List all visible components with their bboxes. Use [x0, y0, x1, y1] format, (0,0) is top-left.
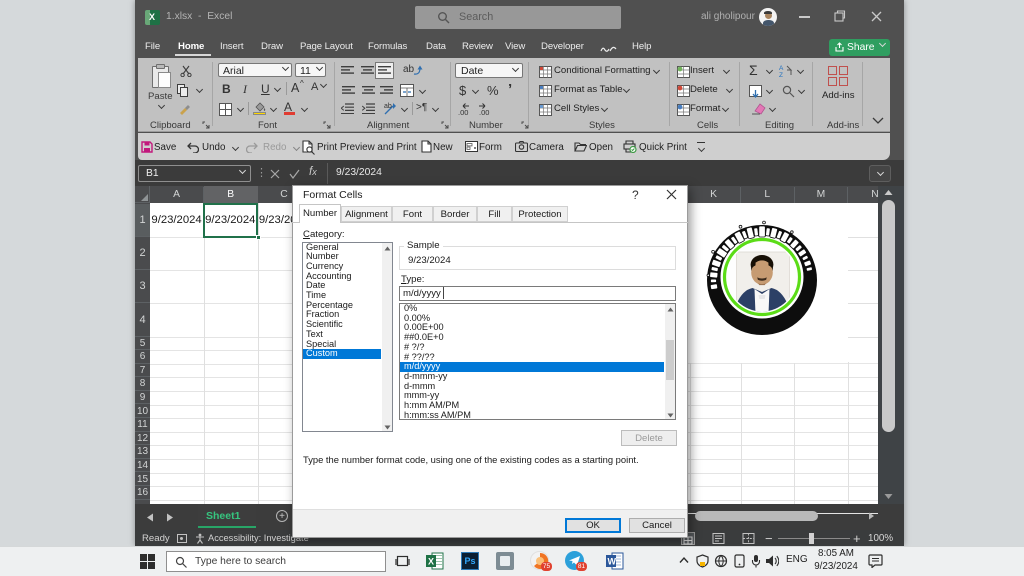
svg-text:W: W: [608, 557, 617, 567]
svg-text:X: X: [428, 557, 434, 567]
svg-text:ab: ab: [384, 103, 392, 110]
svg-text:.00: .00: [458, 108, 468, 116]
svg-text:Z: Z: [779, 72, 783, 77]
svg-text:A: A: [779, 65, 784, 72]
svg-text:.00: .00: [479, 108, 489, 116]
